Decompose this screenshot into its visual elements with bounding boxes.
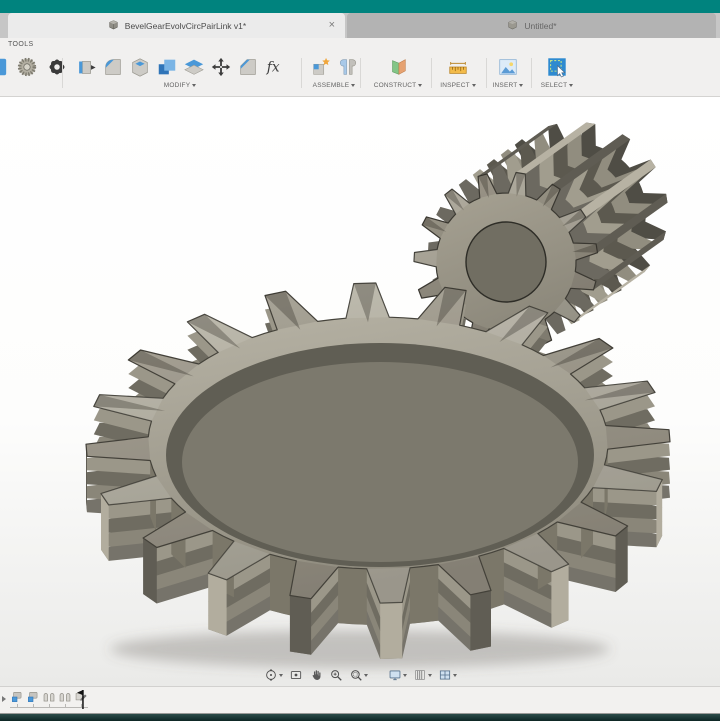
timeline-tick xyxy=(65,704,66,708)
tab-title: Untitled* xyxy=(524,20,557,31)
menu-bar: TOOLS xyxy=(0,38,720,52)
viewports-icon xyxy=(438,668,452,682)
joint-feature-icon[interactable] xyxy=(42,690,56,704)
toolbar-group-select: SELECT xyxy=(532,54,582,89)
gear-scene[interactable] xyxy=(0,97,720,686)
fit-button[interactable] xyxy=(348,667,369,683)
dropdown-caret-icon xyxy=(519,84,524,87)
look-at-button[interactable] xyxy=(288,667,304,683)
construct-plane-icon[interactable] xyxy=(387,56,409,78)
component-feature-icon[interactable] xyxy=(26,690,40,704)
group-label-text: SELECT xyxy=(540,82,568,89)
dropdown-caret-icon xyxy=(418,84,423,87)
pan-icon xyxy=(309,668,323,682)
large-bevel-gear[interactable] xyxy=(85,282,671,659)
select-icon[interactable] xyxy=(546,56,568,78)
document-tab-active[interactable]: BevelGearEvolvCircPairLink v1* × xyxy=(8,13,345,38)
dropdown-caret-icon xyxy=(363,673,368,677)
shell-icon[interactable] xyxy=(129,56,151,78)
fit-icon xyxy=(349,668,363,682)
group-label-text: INSERT xyxy=(492,82,518,89)
large-gear-dish-floor[interactable] xyxy=(182,362,578,562)
dropdown-caret-icon xyxy=(427,673,432,677)
timeline-bar xyxy=(0,686,720,714)
toolbar-group-assemble: ASSEMBLE xyxy=(304,54,364,89)
measure-icon[interactable] xyxy=(447,56,469,78)
zoom-icon xyxy=(329,668,343,682)
press-pull-icon[interactable] xyxy=(75,56,97,78)
group-label-select[interactable]: SELECT xyxy=(541,82,574,89)
model-viewport[interactable] xyxy=(0,97,720,686)
group-label-text: CONSTRUCT xyxy=(373,82,417,89)
gear-ground-shadow xyxy=(110,630,610,668)
toolbar-group-inspect: INSPECT xyxy=(432,54,484,89)
dropdown-caret-icon xyxy=(278,673,283,677)
joint-feature-icon[interactable] xyxy=(58,690,72,704)
document-tab-untitled[interactable]: Untitled* xyxy=(347,13,716,38)
parameters-fx-icon[interactable]: fx xyxy=(264,56,286,78)
dropdown-caret-icon xyxy=(351,84,356,87)
joint-icon[interactable] xyxy=(337,56,359,78)
tools-menu[interactable]: TOOLS xyxy=(8,41,34,48)
document-tab-row: BevelGearEvolvCircPairLink v1* × Untitle… xyxy=(0,13,720,38)
toolbar-group-insert: INSERT xyxy=(486,54,530,89)
grid-snaps-icon xyxy=(413,668,427,682)
svg-text:fx: fx xyxy=(265,60,279,76)
group-label-insert[interactable]: INSERT xyxy=(493,82,524,89)
group-label-text: MODIFY xyxy=(163,82,191,89)
offset-face-icon[interactable] xyxy=(183,56,205,78)
group-label-modify[interactable]: MODIFY xyxy=(163,82,197,89)
orbit-button[interactable] xyxy=(263,667,284,683)
toolbar-separator xyxy=(62,58,63,88)
combine-icon[interactable] xyxy=(156,56,178,78)
toolbar-group-construct: CONSTRUCT xyxy=(370,54,426,89)
display-settings-icon xyxy=(388,668,402,682)
viewports-button[interactable] xyxy=(437,667,458,683)
dropdown-caret-icon xyxy=(452,673,457,677)
group-label-construct[interactable]: CONSTRUCT xyxy=(374,82,423,89)
tab-close-icon[interactable]: × xyxy=(329,18,335,32)
group-label-text: ASSEMBLE xyxy=(312,82,350,89)
fillet-icon[interactable] xyxy=(102,56,124,78)
timeline-tick xyxy=(49,704,50,708)
group-label-assemble[interactable]: ASSEMBLE xyxy=(313,82,356,89)
timeline-tick xyxy=(33,704,34,708)
component-feature-icon[interactable] xyxy=(10,690,24,704)
toolbar-separator xyxy=(301,58,302,88)
gear-addin-icon[interactable] xyxy=(16,56,38,78)
dropdown-caret-icon xyxy=(471,84,476,87)
orbit-icon xyxy=(264,668,278,682)
display-settings-button[interactable] xyxy=(387,667,408,683)
tab-title: BevelGearEvolvCircPairLink v1* xyxy=(124,20,247,31)
look-at-icon xyxy=(289,668,303,682)
grid-snaps-button[interactable] xyxy=(412,667,433,683)
document-cube-icon xyxy=(508,20,517,30)
group-label-inspect[interactable]: INSPECT xyxy=(440,82,476,89)
pan-button[interactable] xyxy=(308,667,324,683)
group-label-text: INSPECT xyxy=(440,82,470,89)
clipped-tool-icon[interactable] xyxy=(0,56,8,78)
dropdown-caret-icon xyxy=(569,84,574,87)
dropdown-caret-icon xyxy=(402,673,407,677)
document-cube-icon xyxy=(109,20,118,30)
app-title-bar xyxy=(0,0,720,13)
move-icon[interactable] xyxy=(210,56,232,78)
zoom-button[interactable] xyxy=(328,667,344,683)
timeline-tick xyxy=(17,704,18,708)
timeline-collapse-caret[interactable] xyxy=(2,696,6,702)
insert-image-icon[interactable] xyxy=(497,56,519,78)
dropdown-caret-icon xyxy=(192,84,197,87)
timeline-playhead[interactable] xyxy=(76,689,86,710)
toolbar-group-modify: fx MODIFY xyxy=(64,54,296,89)
chamfer-icon[interactable] xyxy=(237,56,259,78)
main-toolbar: fx MODIFY ASSEMBLE CONSTRUCT INSPECT INSERT SE… xyxy=(0,52,720,97)
navigation-bar xyxy=(0,667,720,683)
small-gear-hub[interactable] xyxy=(465,221,547,303)
new-component-icon[interactable] xyxy=(310,56,332,78)
